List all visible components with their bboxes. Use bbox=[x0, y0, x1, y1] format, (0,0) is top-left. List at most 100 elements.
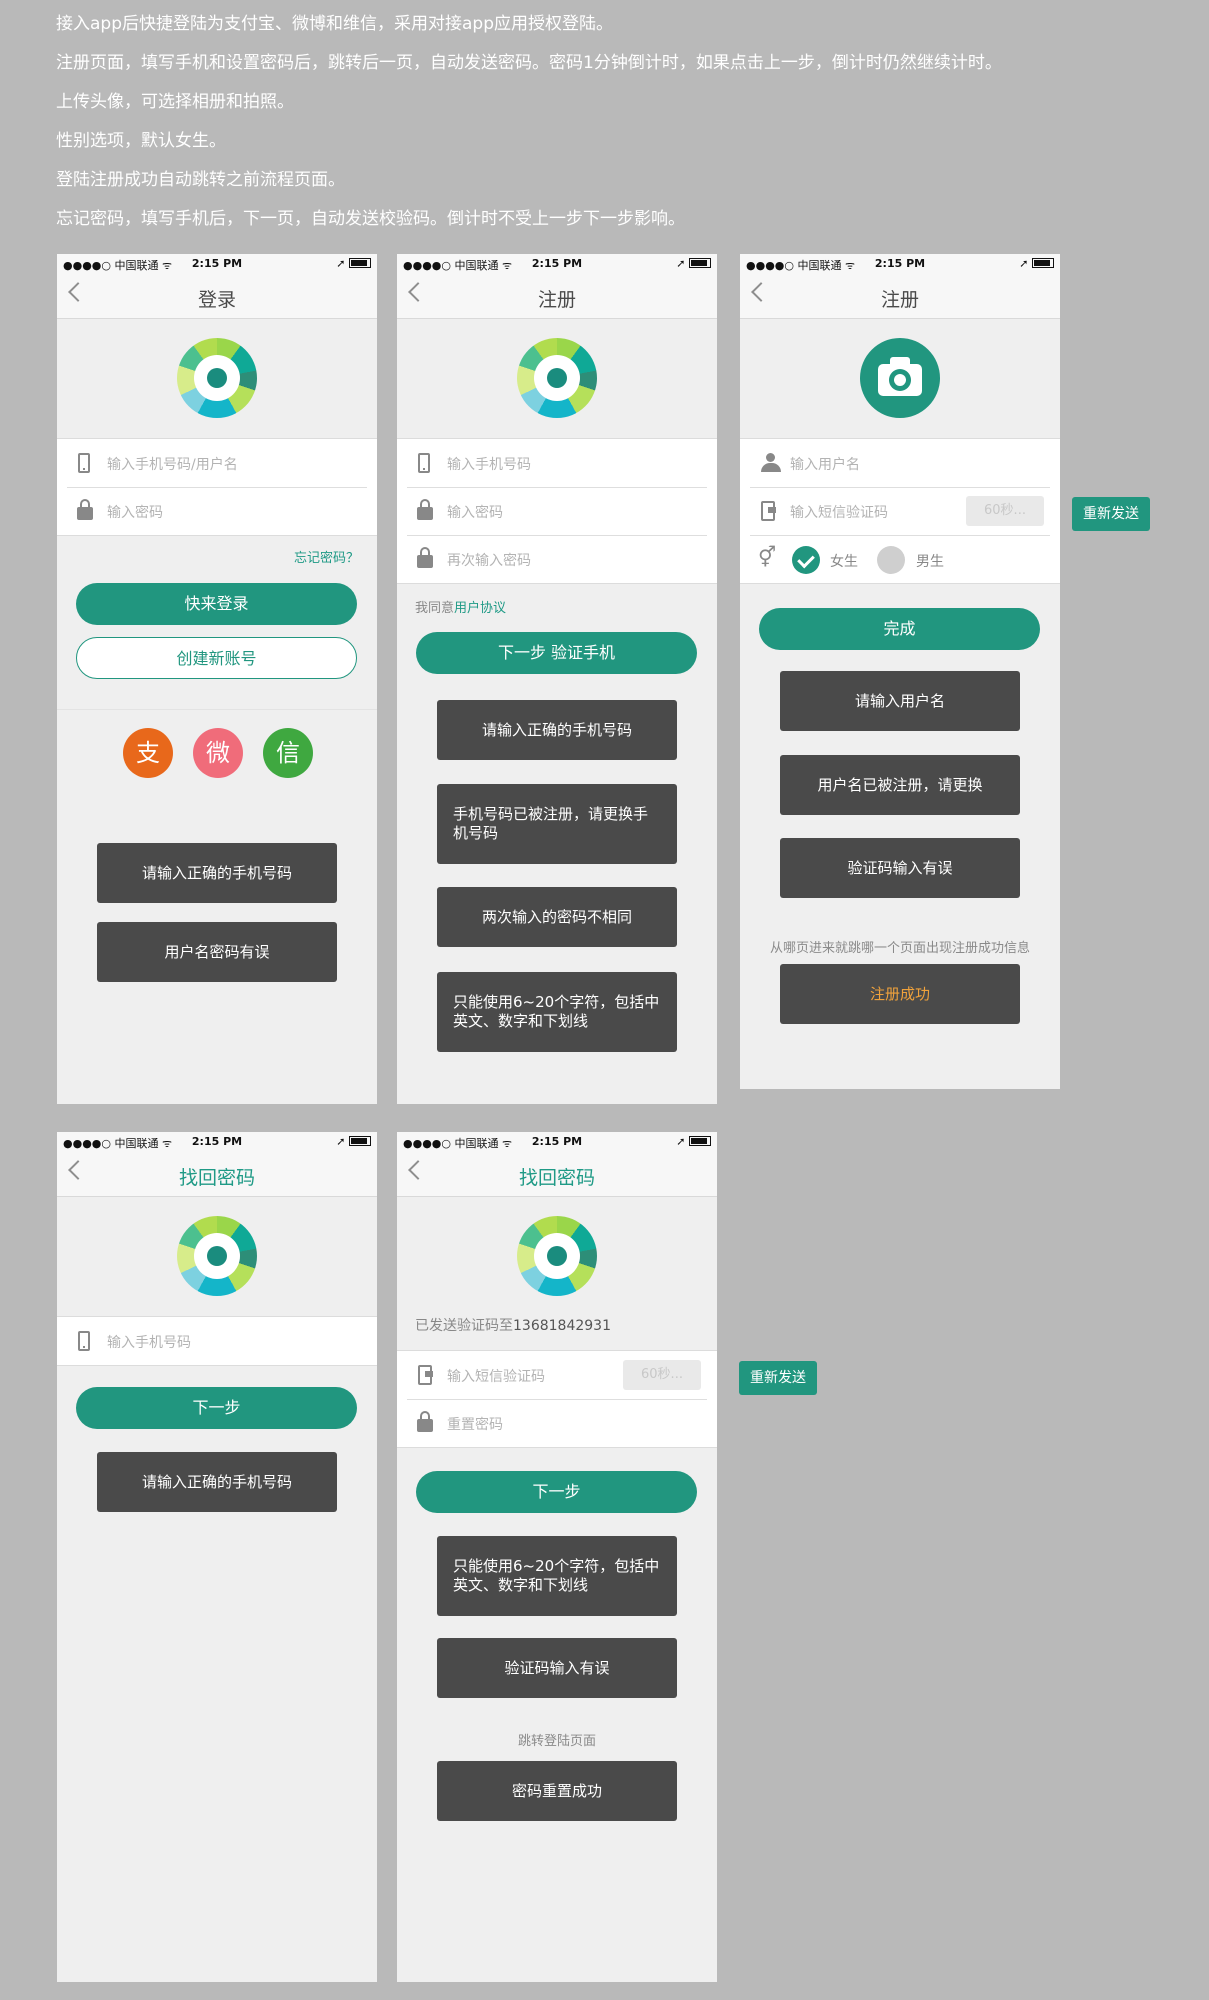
clock: 2:15 PM bbox=[531, 257, 583, 270]
password-field[interactable]: 输入密码 bbox=[397, 487, 717, 535]
note-line: 注册页面，填写手机和设置密码后，跳转后一页，自动发送密码。密码1分钟倒计时，如果… bbox=[56, 53, 1002, 73]
agreement-text: 我同意用户协议 bbox=[415, 601, 507, 616]
battery-indicator: ➚ bbox=[1019, 257, 1054, 270]
page-title: 注册 bbox=[537, 289, 576, 311]
password-placeholder: 输入密码 bbox=[107, 505, 163, 521]
logo-area bbox=[397, 1197, 717, 1313]
error-toast: 请输入正确的手机号码 bbox=[97, 1452, 337, 1512]
username-field[interactable]: 输入用户名 bbox=[740, 439, 1060, 487]
page-title: 注册 bbox=[880, 289, 919, 311]
login-form: 输入手机号码/用户名 输入密码 bbox=[57, 438, 377, 536]
success-hint: 从哪页进来就跳哪一个页面出现注册成功信息 bbox=[769, 941, 1030, 956]
app-logo-icon bbox=[517, 1216, 597, 1296]
lock-icon bbox=[417, 1411, 433, 1432]
resend-button[interactable]: 重新发送 bbox=[1072, 497, 1150, 531]
phone-placeholder: 输入手机号码 bbox=[107, 1335, 191, 1351]
forgot-form: 输入手机号码 bbox=[57, 1316, 377, 1366]
battery-icon bbox=[349, 1136, 371, 1146]
error-toast: 用户名密码有误 bbox=[97, 922, 337, 982]
lock-icon bbox=[77, 499, 93, 520]
register-screen-step1: ●●●●○ 中国联通 ᯤ 2:15 PM ➚ 注册 输入手机号码 输入密码 再次… bbox=[397, 254, 717, 1104]
create-account-button[interactable]: 创建新账号 bbox=[76, 637, 357, 679]
error-toast: 只能使用6~20个字符，包括中英文、数字和下划线 bbox=[437, 1536, 677, 1616]
sms-icon bbox=[761, 501, 776, 521]
error-toast: 两次输入的密码不相同 bbox=[437, 887, 677, 947]
phone-field[interactable]: 输入手机号码/用户名 bbox=[57, 439, 377, 487]
phone-field[interactable]: 输入手机号码 bbox=[397, 439, 717, 487]
user-icon bbox=[761, 453, 781, 473]
next-button[interactable]: 下一步 bbox=[76, 1387, 357, 1429]
error-toast: 请输入正确的手机号码 bbox=[437, 700, 677, 760]
page-title: 登录 bbox=[197, 289, 236, 311]
weibo-icon[interactable]: 微 bbox=[193, 728, 243, 778]
next-verify-phone-button[interactable]: 下一步 验证手机 bbox=[416, 632, 697, 674]
success-toast: 密码重置成功 bbox=[437, 1761, 677, 1821]
status-bar: ●●●●○ 中国联通 ᯤ 2:15 PM ➚ bbox=[397, 254, 717, 272]
phone-placeholder: 输入手机号码 bbox=[447, 457, 531, 473]
login-screen: ●●●●○ 中国联通 ᯤ 2:15 PM ➚ 登录 输入手机号码/用户名 输入密… bbox=[57, 254, 377, 1104]
note-line: 登陆注册成功自动跳转之前流程页面。 bbox=[56, 170, 345, 190]
sms-code-field[interactable]: 输入短信验证码 60秒... bbox=[740, 487, 1060, 535]
countdown-button: 60秒... bbox=[966, 496, 1044, 526]
next-button[interactable]: 下一步 bbox=[416, 1471, 697, 1513]
sms-code-field[interactable]: 输入短信验证码 60秒... bbox=[397, 1351, 717, 1399]
countdown-button: 60秒... bbox=[623, 1360, 701, 1390]
register-form: 输入手机号码 输入密码 再次输入密码 bbox=[397, 438, 717, 584]
status-bar: ●●●●○ 中国联通 ᯤ 2:15 PM ➚ bbox=[57, 254, 377, 272]
phone-number: 13681842931 bbox=[513, 1318, 611, 1334]
battery-icon bbox=[689, 1136, 711, 1146]
username-placeholder: 输入用户名 bbox=[790, 457, 860, 473]
error-toast: 验证码输入有误 bbox=[437, 1638, 677, 1698]
phone-icon bbox=[418, 453, 430, 473]
user-agreement-link[interactable]: 用户协议 bbox=[454, 601, 506, 616]
success-toast: 注册成功 bbox=[780, 964, 1020, 1024]
phone-field[interactable]: 输入手机号码 bbox=[57, 1317, 377, 1365]
code-sent-message: 已发送验证码至13681842931 bbox=[415, 1318, 611, 1334]
reset-form: 输入短信验证码 60秒... 重置密码 bbox=[397, 1350, 717, 1448]
done-button[interactable]: 完成 bbox=[759, 608, 1040, 650]
gender-icon: ⚥ bbox=[758, 545, 777, 569]
app-logo-icon bbox=[517, 338, 597, 418]
login-button[interactable]: 快来登录 bbox=[76, 583, 357, 625]
error-toast: 请输入用户名 bbox=[780, 671, 1020, 731]
clock: 2:15 PM bbox=[191, 1135, 243, 1148]
phone-placeholder: 输入手机号码/用户名 bbox=[107, 457, 238, 473]
error-toast: 用户名已被注册，请更换 bbox=[780, 755, 1020, 815]
gender-field: ⚥ 女生 男生 bbox=[740, 535, 1060, 583]
phone-icon bbox=[78, 1331, 90, 1351]
sms-code-placeholder: 输入短信验证码 bbox=[447, 1369, 545, 1385]
resend-button[interactable]: 重新发送 bbox=[739, 1361, 817, 1395]
alipay-icon[interactable]: 支 bbox=[123, 728, 173, 778]
logo-area bbox=[57, 1197, 377, 1316]
battery-indicator: ➚ bbox=[336, 257, 371, 270]
battery-icon bbox=[689, 258, 711, 268]
battery-indicator: ➚ bbox=[676, 1135, 711, 1148]
sms-code-placeholder: 输入短信验证码 bbox=[790, 505, 888, 521]
profile-form: 输入用户名 输入短信验证码 60秒... ⚥ 女生 男生 bbox=[740, 438, 1060, 584]
female-radio[interactable] bbox=[792, 546, 820, 574]
app-logo-icon bbox=[177, 1216, 257, 1296]
clock: 2:15 PM bbox=[874, 257, 926, 270]
repeat-password-placeholder: 再次输入密码 bbox=[447, 553, 531, 569]
status-bar: ●●●●○ 中国联通 ᯤ 2:15 PM ➚ bbox=[397, 1132, 717, 1150]
male-radio[interactable] bbox=[877, 546, 905, 574]
error-toast: 手机号码已被注册，请更换手机号码 bbox=[437, 784, 677, 864]
error-toast: 请输入正确的手机号码 bbox=[97, 843, 337, 903]
password-field[interactable]: 输入密码 bbox=[57, 487, 377, 535]
forgot-password-screen-step2: ●●●●○ 中国联通 ᯤ 2:15 PM ➚ 找回密码 已发送验证码至13681… bbox=[397, 1132, 717, 1982]
clock: 2:15 PM bbox=[191, 257, 243, 270]
nav-bar: 注册 bbox=[397, 272, 717, 319]
wechat-icon[interactable]: 信 bbox=[263, 728, 313, 778]
lock-icon bbox=[417, 499, 433, 520]
camera-icon[interactable] bbox=[860, 338, 940, 418]
phone-icon bbox=[78, 453, 90, 473]
battery-indicator: ➚ bbox=[676, 257, 711, 270]
error-toast: 验证码输入有误 bbox=[780, 838, 1020, 898]
nav-bar: 找回密码 bbox=[57, 1150, 377, 1197]
reset-password-field[interactable]: 重置密码 bbox=[397, 1399, 717, 1447]
logo-area bbox=[397, 319, 717, 438]
repeat-password-field[interactable]: 再次输入密码 bbox=[397, 535, 717, 583]
forgot-password-link[interactable]: 忘记密码？ bbox=[294, 547, 359, 566]
note-line: 性别选项，默认女生。 bbox=[56, 131, 226, 151]
clock: 2:15 PM bbox=[531, 1135, 583, 1148]
